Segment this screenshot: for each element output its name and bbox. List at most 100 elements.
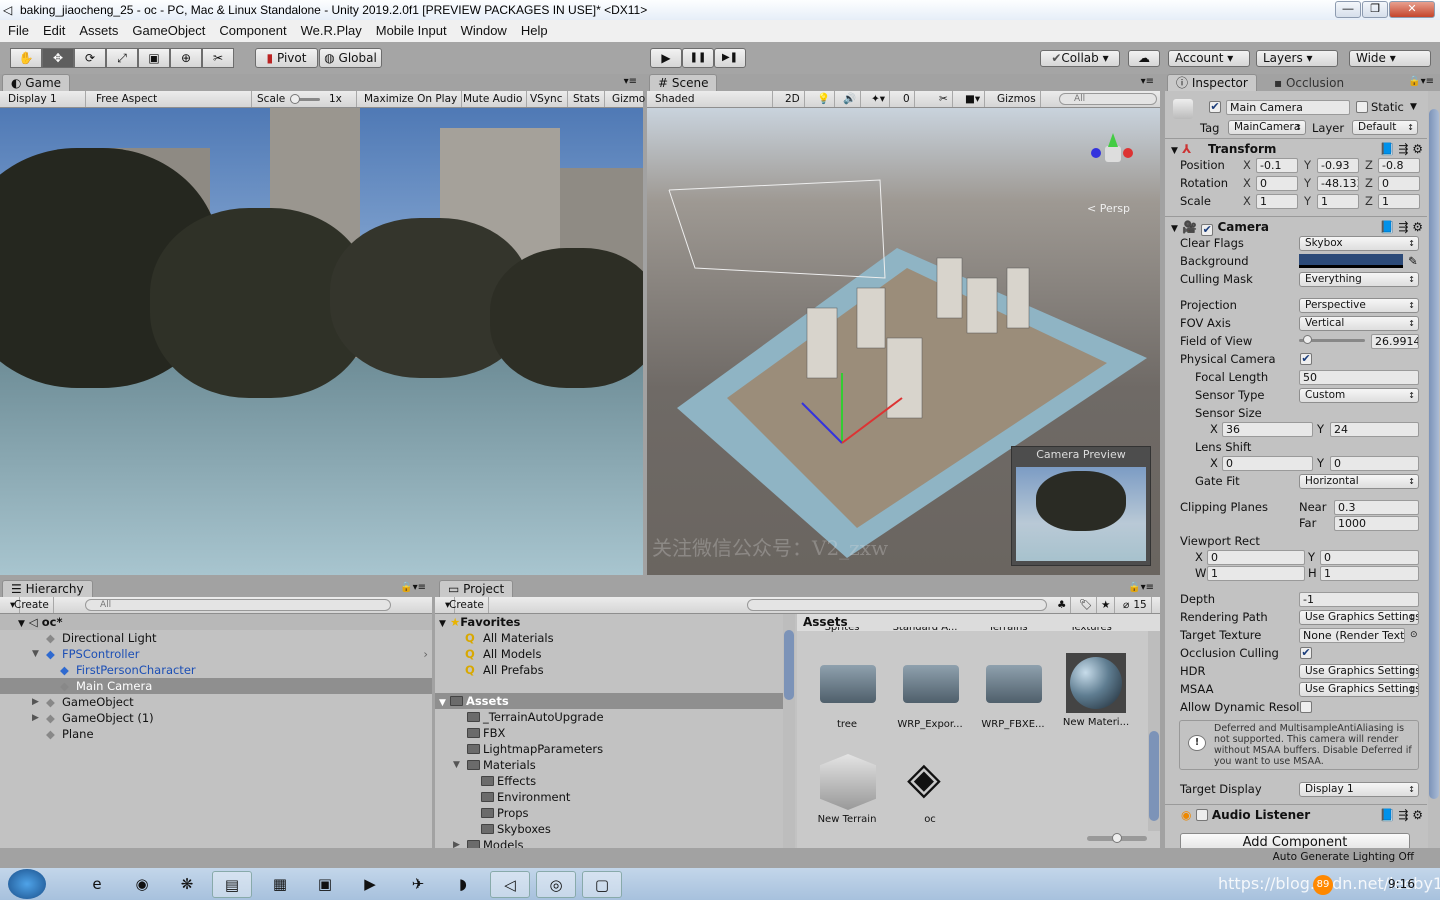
layer-dropdown[interactable]: Default [1352, 120, 1418, 135]
step-button[interactable]: ▶❚ [714, 48, 746, 68]
layout-dropdown[interactable]: Wide ▾ [1349, 50, 1431, 67]
hierarchy-search-input[interactable]: All [85, 599, 391, 611]
tools-icon[interactable]: ✂ [935, 91, 953, 107]
object-picker-icon[interactable]: ⊙ [1410, 627, 1418, 643]
rotation-z-field[interactable]: 0 [1378, 176, 1420, 191]
scene-orientation-gizmo[interactable] [1085, 128, 1141, 184]
project-folder[interactable]: Skyboxes [435, 821, 783, 837]
viewport-vy-field[interactable]: 0 [1320, 550, 1419, 565]
scale-tool-button[interactable]: ⤢ [106, 48, 138, 68]
scale-slider[interactable] [290, 94, 320, 104]
projection-dropdown[interactable]: Perspective [1299, 298, 1419, 313]
project-folder[interactable]: _TerrainAutoUpgrade [435, 709, 783, 725]
menu-gameobject[interactable]: GameObject [132, 23, 205, 38]
tab-project[interactable]: ▭ Project [439, 580, 514, 597]
asset-item-cut[interactable]: Sprites [807, 627, 877, 635]
menu-werplay[interactable]: We.R.Play [301, 23, 362, 38]
audio-toggle-icon[interactable]: 🔊 [839, 91, 862, 107]
lighting-toggle-icon[interactable]: 💡 [813, 91, 836, 107]
scale-x-field[interactable]: 1 [1256, 194, 1298, 209]
target-display-dropdown[interactable]: Display 1 [1299, 782, 1419, 797]
hierarchy-item[interactable]: ◆ Plane [0, 726, 432, 742]
rect-tool-button[interactable]: ▣ [138, 48, 170, 68]
occlusion-culling-checkbox[interactable]: ✔ [1300, 647, 1312, 659]
move-tool-button[interactable]: ✥ [42, 48, 74, 68]
display-dropdown[interactable]: Display 1 [4, 91, 86, 107]
tag-dropdown[interactable]: MainCamera [1228, 120, 1306, 135]
asset-item[interactable]: tree [812, 651, 882, 737]
shift-x-field[interactable]: 0 [1222, 456, 1313, 471]
inspector-scrollbar[interactable] [1428, 91, 1440, 848]
assets-folder[interactable]: ▼ Assets [435, 693, 783, 709]
asset-item-cut[interactable]: Textures [1056, 627, 1126, 635]
global-toggle[interactable]: ◍ Global [319, 48, 382, 68]
expand-arrow-icon[interactable]: ▼ [453, 757, 460, 773]
far-field[interactable]: 1000 [1334, 516, 1419, 531]
scene-viewport[interactable]: < Persp Camera Preview [647, 108, 1160, 575]
feishu-taskbar-icon[interactable]: ✈ [398, 871, 438, 898]
grid-scrollbar[interactable] [1148, 631, 1160, 831]
hierarchy-item[interactable]: ◆ FirstPersonCharacter [0, 662, 432, 678]
icon-size-slider[interactable] [1087, 833, 1147, 843]
terminal-taskbar-icon[interactable]: ▣ [305, 871, 345, 898]
account-dropdown[interactable]: Account ▾ [1168, 50, 1250, 67]
object-name-field[interactable]: Main Camera [1226, 100, 1350, 115]
camera-dropdown-icon[interactable]: ■▾ [961, 91, 986, 107]
hidden-objects-count[interactable]: 0 [899, 91, 915, 107]
project-search-input[interactable] [747, 599, 1047, 611]
asset-item-cut[interactable]: Terrains [973, 627, 1043, 635]
cloud-button[interactable]: ☁ [1128, 50, 1160, 67]
culling-mask-dropdown[interactable]: Everything [1299, 272, 1419, 287]
mute-audio-toggle[interactable]: Mute Audio [459, 91, 528, 107]
panel-menu-icon[interactable]: ▾≡ [624, 76, 637, 87]
start-button[interactable] [8, 869, 46, 899]
menu-help[interactable]: Help [521, 23, 548, 38]
static-checkbox[interactable] [1356, 101, 1368, 113]
asset-item[interactable]: New Materi... [1061, 651, 1131, 737]
viewport-vw-field[interactable]: 1 [1207, 566, 1305, 581]
project-folder[interactable]: FBX [435, 725, 783, 741]
menu-edit[interactable]: Edit [43, 23, 65, 38]
sensor-x-field[interactable]: 36 [1222, 422, 1313, 437]
pivot-toggle[interactable]: ▮ Pivot [255, 48, 318, 68]
active-checkbox[interactable]: ✔ [1209, 101, 1221, 113]
clock[interactable]: 9:16 [1388, 877, 1415, 891]
custom-tool-button[interactable]: ✂ [202, 48, 234, 68]
2d-toggle[interactable]: 2D [781, 91, 805, 107]
position-y-field[interactable]: -0.93 [1317, 158, 1359, 173]
static-dropdown-icon[interactable]: ▼ [1410, 99, 1417, 115]
chrome-taskbar-icon[interactable]: ◉ [122, 871, 162, 898]
add-component-button[interactable]: Add Component [1180, 833, 1410, 848]
shading-dropdown[interactable]: Shaded [651, 91, 773, 107]
lock-icon[interactable]: 🔒▾≡ [1128, 582, 1154, 593]
hdr-dropdown[interactable]: Use Graphics Settings [1299, 664, 1419, 679]
unity-taskbar-icon[interactable]: ◁ [490, 871, 530, 898]
component-icons[interactable]: 📘 ⇶ ⚙ [1380, 805, 1423, 825]
hierarchy-item[interactable]: ◆ Main Camera [0, 678, 432, 694]
depth-field[interactable]: -1 [1299, 592, 1419, 607]
ie-taskbar-icon[interactable]: e [77, 871, 117, 898]
collab-button[interactable]: ✔Collab ▾ [1040, 50, 1120, 67]
scene-root[interactable]: ▼ ◁ oc* [0, 614, 432, 630]
filter-by-type-icon[interactable]: ♣ [1053, 597, 1072, 613]
remote-desktop-taskbar-icon[interactable]: ▢ [582, 871, 622, 898]
hand-tool-button[interactable]: ✋ [10, 48, 42, 68]
layers-dropdown[interactable]: Layers ▾ [1256, 50, 1338, 67]
menu-mobileinput[interactable]: Mobile Input [376, 23, 447, 38]
asset-item[interactable]: WRP_FBXE... [978, 651, 1048, 737]
lock-icon[interactable]: 🔒▾≡ [1408, 76, 1434, 87]
tab-inspector[interactable]: ⓘ Inspector [1167, 74, 1257, 91]
fov-slider-thumb[interactable] [1302, 335, 1312, 344]
focal-length-field[interactable]: 50 [1299, 370, 1419, 385]
hierarchy-item[interactable]: ◆ Directional Light [0, 630, 432, 646]
minimize-button[interactable]: — [1335, 1, 1361, 18]
expand-arrow-icon[interactable]: ▶ [32, 694, 39, 710]
expand-arrow-icon[interactable]: ▼ [32, 646, 39, 662]
audio-listener-checkbox[interactable] [1195, 809, 1208, 821]
position-z-field[interactable]: -0.8 [1378, 158, 1420, 173]
effects-dropdown-icon[interactable]: ✦▾ [867, 91, 891, 107]
component-icons[interactable]: 📘 ⇶ ⚙ [1380, 217, 1423, 237]
asset-item[interactable]: New Terrain [812, 746, 882, 832]
vm-taskbar-icon[interactable]: ◎ [536, 871, 576, 898]
target-texture-field[interactable]: None (Render Texture) [1299, 628, 1405, 643]
